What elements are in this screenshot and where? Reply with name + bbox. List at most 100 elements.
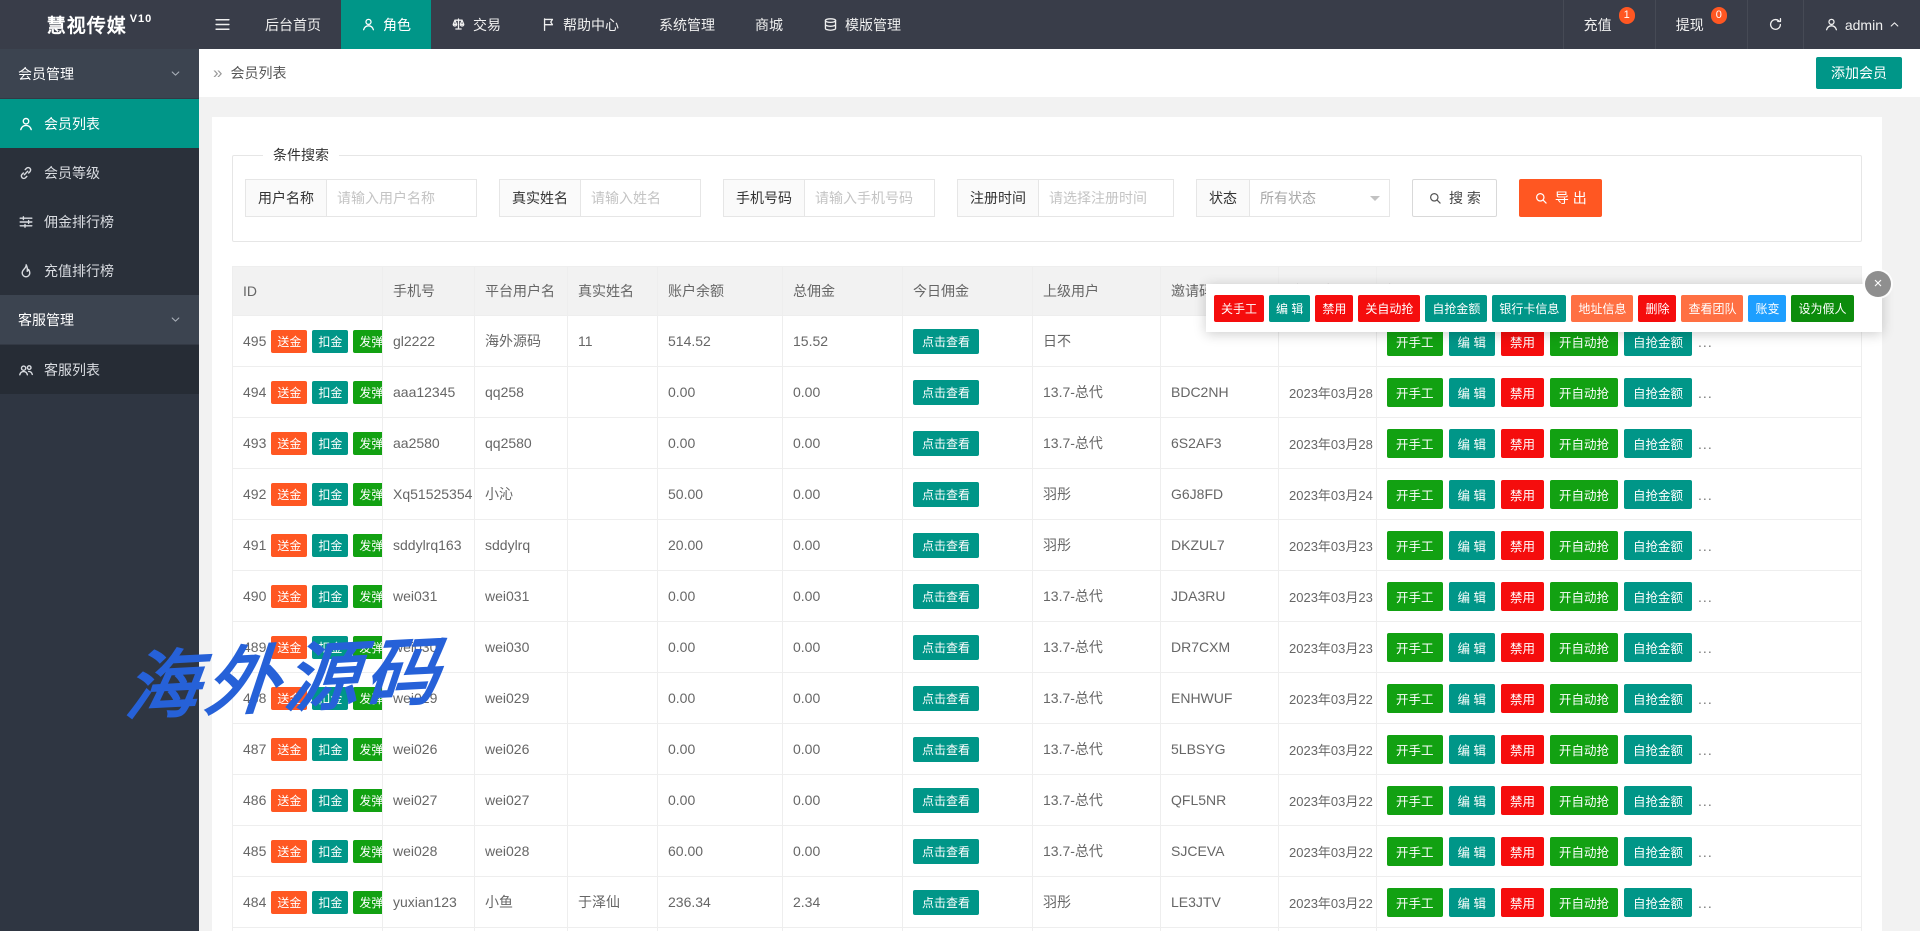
- row-id-action-1[interactable]: 送金: [271, 891, 307, 914]
- row-id-action-1[interactable]: 送金: [271, 381, 307, 404]
- row-op-3[interactable]: 禁用: [1501, 684, 1544, 713]
- view-today-commission-button[interactable]: 点击查看: [913, 482, 979, 507]
- row-id-action-1[interactable]: 送金: [271, 330, 307, 353]
- more-actions-button[interactable]: ...: [1698, 436, 1713, 452]
- popup-action-5[interactable]: 自抢金额: [1425, 295, 1487, 322]
- sidebar-item-1-3[interactable]: 佣金排行榜: [0, 197, 199, 246]
- row-id-action-3[interactable]: 发弹窗: [353, 789, 382, 812]
- row-id-action-3[interactable]: 发弹窗: [353, 840, 382, 863]
- popup-action-2[interactable]: 编 辑: [1269, 295, 1310, 322]
- row-op-4[interactable]: 开自动抢: [1550, 786, 1618, 815]
- row-op-3[interactable]: 禁用: [1501, 531, 1544, 560]
- row-op-4[interactable]: 开自动抢: [1550, 633, 1618, 662]
- popup-action-8[interactable]: 删除: [1638, 295, 1676, 322]
- popup-action-9[interactable]: 查看团队: [1681, 295, 1743, 322]
- user-menu[interactable]: admin: [1803, 0, 1920, 49]
- row-op-2[interactable]: 编 辑: [1449, 633, 1495, 662]
- row-id-action-2[interactable]: 扣金: [312, 789, 348, 812]
- view-today-commission-button[interactable]: 点击查看: [913, 584, 979, 609]
- popup-action-4[interactable]: 关自动抢: [1358, 295, 1420, 322]
- popup-action-7[interactable]: 地址信息: [1571, 295, 1633, 322]
- row-id-action-2[interactable]: 扣金: [312, 891, 348, 914]
- row-op-4[interactable]: 开自动抢: [1550, 480, 1618, 509]
- row-op-1[interactable]: 开手工: [1387, 531, 1443, 560]
- more-actions-button[interactable]: ...: [1698, 589, 1713, 605]
- row-op-1[interactable]: 开手工: [1387, 735, 1443, 764]
- row-op-2[interactable]: 编 辑: [1449, 684, 1495, 713]
- row-id-action-3[interactable]: 发弹窗: [353, 483, 382, 506]
- nav-item-4[interactable]: 帮助中心: [521, 0, 639, 49]
- nav-item-1[interactable]: 后台首页: [245, 0, 341, 49]
- popup-action-10[interactable]: 账变: [1748, 295, 1786, 322]
- row-op-3[interactable]: 禁用: [1501, 888, 1544, 917]
- close-icon[interactable]: ×: [1865, 271, 1891, 297]
- view-today-commission-button[interactable]: 点击查看: [913, 533, 979, 558]
- nav-item-2[interactable]: 角色: [341, 0, 431, 49]
- row-id-action-2[interactable]: 扣金: [312, 840, 348, 863]
- row-op-5[interactable]: 自抢金额: [1624, 531, 1692, 560]
- row-op-5[interactable]: 自抢金额: [1624, 735, 1692, 764]
- row-op-3[interactable]: 禁用: [1501, 582, 1544, 611]
- status-select[interactable]: 所有状态: [1250, 179, 1390, 217]
- top-action-1[interactable]: 充值1: [1563, 0, 1655, 49]
- more-actions-button[interactable]: ...: [1698, 385, 1713, 401]
- row-op-3[interactable]: 禁用: [1501, 786, 1544, 815]
- refresh-button[interactable]: [1747, 0, 1803, 49]
- row-id-action-2[interactable]: 扣金: [312, 534, 348, 557]
- row-id-action-3[interactable]: 发弹窗: [353, 636, 382, 659]
- row-op-2[interactable]: 编 辑: [1449, 378, 1495, 407]
- row-op-4[interactable]: 开自动抢: [1550, 735, 1618, 764]
- view-today-commission-button[interactable]: 点击查看: [913, 839, 979, 864]
- view-today-commission-button[interactable]: 点击查看: [913, 329, 979, 354]
- sidebar-item-1-2[interactable]: 会员等级: [0, 148, 199, 197]
- row-op-5[interactable]: 自抢金额: [1624, 888, 1692, 917]
- row-id-action-3[interactable]: 发弹窗: [353, 891, 382, 914]
- view-today-commission-button[interactable]: 点击查看: [913, 380, 979, 405]
- row-id-action-2[interactable]: 扣金: [312, 585, 348, 608]
- row-op-1[interactable]: 开手工: [1387, 480, 1443, 509]
- row-op-2[interactable]: 编 辑: [1449, 837, 1495, 866]
- view-today-commission-button[interactable]: 点击查看: [913, 737, 979, 762]
- more-actions-button[interactable]: ...: [1698, 844, 1713, 860]
- row-op-1[interactable]: 开手工: [1387, 429, 1443, 458]
- view-today-commission-button[interactable]: 点击查看: [913, 890, 979, 915]
- more-actions-button[interactable]: ...: [1698, 742, 1713, 758]
- popup-action-1[interactable]: 关手工: [1214, 295, 1264, 322]
- row-id-action-1[interactable]: 送金: [271, 585, 307, 608]
- menu-toggle-button[interactable]: [199, 0, 245, 49]
- row-op-5[interactable]: 自抢金额: [1624, 378, 1692, 407]
- row-op-1[interactable]: 开手工: [1387, 786, 1443, 815]
- nav-item-3[interactable]: 交易: [431, 0, 521, 49]
- row-op-2[interactable]: 编 辑: [1449, 735, 1495, 764]
- field-input-1[interactable]: [327, 179, 477, 217]
- row-op-3[interactable]: 禁用: [1501, 378, 1544, 407]
- more-actions-button[interactable]: ...: [1698, 895, 1713, 911]
- row-op-4[interactable]: 开自动抢: [1550, 582, 1618, 611]
- row-id-action-2[interactable]: 扣金: [312, 738, 348, 761]
- row-id-action-1[interactable]: 送金: [271, 687, 307, 710]
- row-op-4[interactable]: 开自动抢: [1550, 684, 1618, 713]
- row-op-5[interactable]: 自抢金额: [1624, 633, 1692, 662]
- row-op-2[interactable]: 编 辑: [1449, 429, 1495, 458]
- row-op-5[interactable]: 自抢金额: [1624, 786, 1692, 815]
- row-id-action-3[interactable]: 发弹窗: [353, 585, 382, 608]
- row-op-5[interactable]: 自抢金额: [1624, 429, 1692, 458]
- sidebar-group-2[interactable]: 客服管理: [0, 295, 199, 345]
- row-id-action-1[interactable]: 送金: [271, 534, 307, 557]
- row-op-1[interactable]: 开手工: [1387, 837, 1443, 866]
- view-today-commission-button[interactable]: 点击查看: [913, 431, 979, 456]
- view-today-commission-button[interactable]: 点击查看: [913, 788, 979, 813]
- row-id-action-3[interactable]: 发弹窗: [353, 534, 382, 557]
- field-input-2[interactable]: [581, 179, 701, 217]
- search-button[interactable]: 搜 索: [1412, 179, 1497, 217]
- row-id-action-2[interactable]: 扣金: [312, 687, 348, 710]
- row-op-5[interactable]: 自抢金额: [1624, 582, 1692, 611]
- row-id-action-1[interactable]: 送金: [271, 432, 307, 455]
- sidebar-item-1-4[interactable]: 充值排行榜: [0, 246, 199, 295]
- top-action-2[interactable]: 提现0: [1655, 0, 1747, 49]
- nav-item-7[interactable]: 模版管理: [803, 0, 921, 49]
- add-member-button[interactable]: 添加会员: [1816, 57, 1902, 89]
- more-actions-button[interactable]: ...: [1698, 487, 1713, 503]
- row-id-action-3[interactable]: 发弹窗: [353, 381, 382, 404]
- row-op-2[interactable]: 编 辑: [1449, 480, 1495, 509]
